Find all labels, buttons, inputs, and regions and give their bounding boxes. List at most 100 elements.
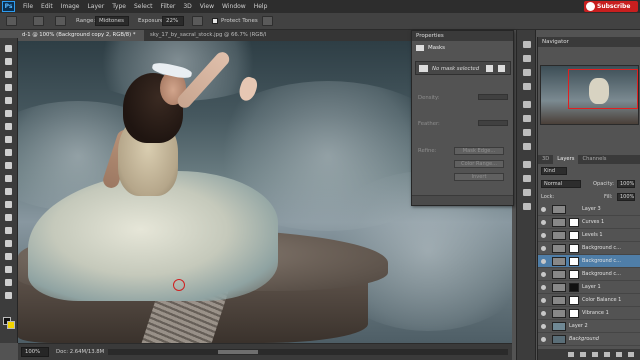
- move-tool-icon[interactable]: [4, 44, 14, 53]
- invert-button[interactable]: Invert: [454, 173, 504, 181]
- menu-window[interactable]: Window: [222, 3, 246, 10]
- view-rectangle[interactable]: [568, 69, 638, 109]
- layer-row-selected[interactable]: Background c...: [538, 255, 640, 268]
- eye-icon[interactable]: [541, 272, 546, 277]
- clone-stamp-tool-icon[interactable]: [4, 148, 14, 157]
- pressure-icon[interactable]: [262, 16, 273, 26]
- eye-icon[interactable]: [541, 285, 546, 290]
- eyedropper-tool-icon[interactable]: [4, 109, 14, 118]
- eye-icon[interactable]: [541, 337, 546, 342]
- layer-style-icon[interactable]: [580, 352, 586, 357]
- exposure-input[interactable]: 22%: [162, 16, 184, 26]
- color-range-button[interactable]: Color Range...: [454, 160, 504, 168]
- history-brush-tool-icon[interactable]: [4, 161, 14, 170]
- add-vector-mask-icon[interactable]: [498, 65, 505, 72]
- scrollbar-thumb[interactable]: [218, 350, 258, 354]
- swatches-icon[interactable]: [522, 82, 532, 91]
- pixel-mask-icon[interactable]: [419, 65, 428, 72]
- pen-tool-icon[interactable]: [4, 226, 14, 235]
- blur-tool-icon[interactable]: [4, 200, 14, 209]
- document-size[interactable]: Doc: 2.64M/13.8M: [56, 349, 104, 355]
- layer-row[interactable]: Curves 1: [538, 216, 640, 229]
- layer-row[interactable]: Background c...: [538, 242, 640, 255]
- layer-row[interactable]: Layer 1: [538, 281, 640, 294]
- eye-icon[interactable]: [541, 246, 546, 251]
- trash-icon[interactable]: [628, 352, 634, 357]
- airbrush-icon[interactable]: [192, 16, 203, 26]
- layer-row[interactable]: Levels 1: [538, 229, 640, 242]
- eye-icon[interactable]: [541, 324, 546, 329]
- zoom-tool-icon[interactable]: [4, 291, 14, 300]
- brush-panel-icon[interactable]: [55, 16, 66, 26]
- background-color-swatch[interactable]: [7, 321, 15, 329]
- eye-icon[interactable]: [541, 259, 546, 264]
- link-layers-icon[interactable]: [568, 352, 574, 357]
- menu-image[interactable]: Image: [61, 3, 80, 10]
- lasso-tool-icon[interactable]: [4, 70, 14, 79]
- actions-icon[interactable]: [522, 54, 532, 63]
- info-icon[interactable]: [522, 188, 532, 197]
- menu-type[interactable]: Type: [112, 3, 126, 10]
- add-pixel-mask-icon[interactable]: [486, 65, 493, 72]
- brush-panel-strip-icon[interactable]: [522, 128, 532, 137]
- new-layer-icon[interactable]: [616, 352, 622, 357]
- shape-tool-icon[interactable]: [4, 265, 14, 274]
- feather-slider[interactable]: [478, 120, 508, 126]
- mask-edge-button[interactable]: Mask Edge...: [454, 147, 504, 155]
- density-slider[interactable]: [478, 94, 508, 100]
- layer-row[interactable]: Layer 2: [538, 320, 640, 333]
- properties-title[interactable]: Properties: [412, 31, 513, 41]
- hand-tool-icon[interactable]: [4, 278, 14, 287]
- tab-sky-stock[interactable]: sky_17_by_sacral_stock.jpg @ 66.7% (RGB/…: [146, 30, 266, 41]
- eye-icon[interactable]: [541, 207, 546, 212]
- fill-input[interactable]: 100%: [617, 193, 635, 201]
- tab-3d[interactable]: 3D: [538, 155, 553, 164]
- range-select[interactable]: Midtones: [95, 16, 129, 26]
- menu-select[interactable]: Select: [134, 3, 153, 10]
- subscribe-badge[interactable]: Subscribe: [584, 1, 638, 12]
- type-tool-icon[interactable]: [4, 239, 14, 248]
- menu-layer[interactable]: Layer: [87, 3, 104, 10]
- add-mask-icon[interactable]: [592, 352, 598, 357]
- tab-layers[interactable]: Layers: [553, 155, 579, 164]
- layer-row[interactable]: Vibrance 1: [538, 307, 640, 320]
- tab-document-1[interactable]: d-1 @ 100% (Background copy 2, RGB/8) *: [18, 30, 144, 41]
- kind-filter-select[interactable]: Kind: [541, 167, 567, 175]
- menu-edit[interactable]: Edit: [41, 3, 53, 10]
- adjustment-layer-icon[interactable]: [604, 352, 610, 357]
- eraser-tool-icon[interactable]: [4, 174, 14, 183]
- eye-icon[interactable]: [541, 233, 546, 238]
- clone-source-icon[interactable]: [522, 142, 532, 151]
- path-selection-tool-icon[interactable]: [4, 252, 14, 261]
- eye-icon[interactable]: [541, 220, 546, 225]
- layer-row[interactable]: Color Balance 1: [538, 294, 640, 307]
- character-icon[interactable]: [522, 160, 532, 169]
- adjustments-icon[interactable]: [522, 100, 532, 109]
- healing-brush-tool-icon[interactable]: [4, 122, 14, 131]
- brush-preset-icon[interactable]: [33, 16, 44, 26]
- layer-row[interactable]: Layer 3: [538, 203, 640, 216]
- quick-select-tool-icon[interactable]: [4, 83, 14, 92]
- crop-tool-icon[interactable]: [4, 96, 14, 105]
- blend-mode-select[interactable]: Normal: [541, 180, 581, 188]
- paragraph-icon[interactable]: [522, 174, 532, 183]
- navigator-thumbnail[interactable]: [540, 65, 639, 125]
- color-icon[interactable]: [522, 68, 532, 77]
- menu-view[interactable]: View: [200, 3, 214, 10]
- dodge-tool-icon[interactable]: [4, 213, 14, 222]
- opacity-input[interactable]: 100%: [617, 180, 635, 188]
- horizontal-scrollbar[interactable]: [108, 349, 508, 355]
- eye-icon[interactable]: [541, 311, 546, 316]
- gradient-tool-icon[interactable]: [4, 187, 14, 196]
- menu-help[interactable]: Help: [254, 3, 268, 10]
- brush-tool-icon[interactable]: [4, 135, 14, 144]
- layer-row[interactable]: Background: [538, 333, 640, 346]
- notes-icon[interactable]: [522, 202, 532, 211]
- marquee-tool-icon[interactable]: [4, 57, 14, 66]
- burn-tool-icon[interactable]: [6, 16, 17, 26]
- menu-filter[interactable]: Filter: [161, 3, 176, 10]
- menu-3d[interactable]: 3D: [183, 3, 191, 10]
- tab-channels[interactable]: Channels: [578, 155, 610, 164]
- protect-tones-checkbox[interactable]: [212, 18, 218, 24]
- eye-icon[interactable]: [541, 298, 546, 303]
